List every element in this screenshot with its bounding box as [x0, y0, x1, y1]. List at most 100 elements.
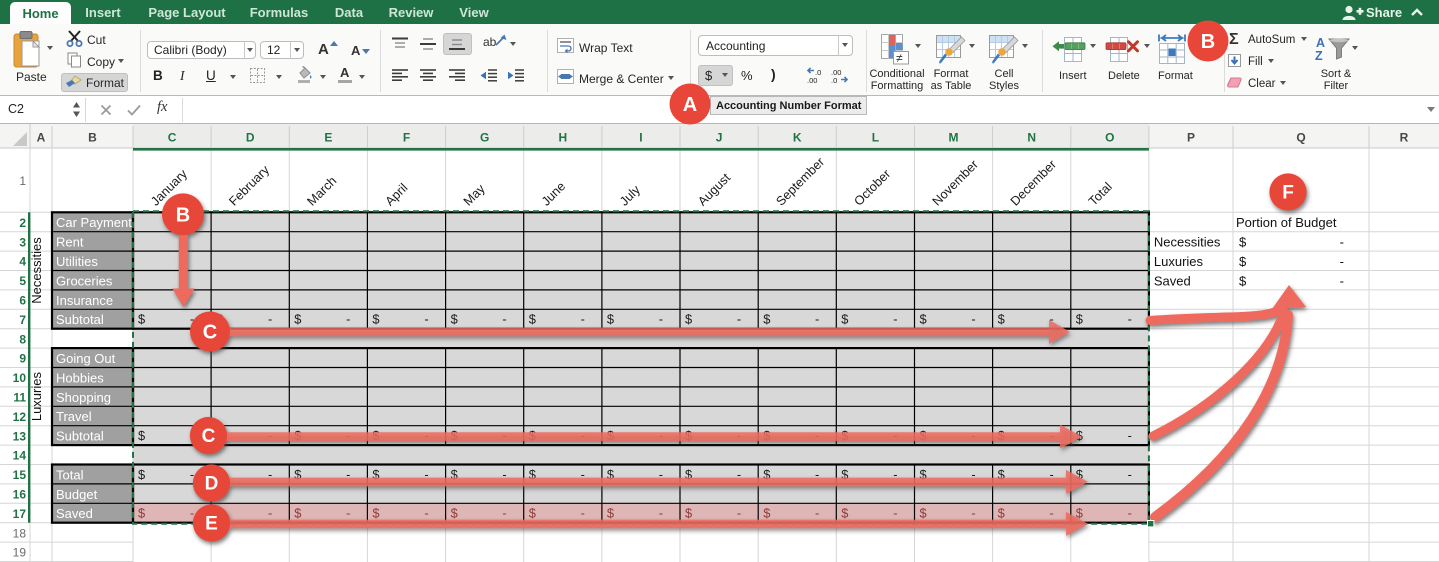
svg-text:G: G: [480, 131, 489, 145]
svg-text:$: $: [372, 506, 379, 521]
svg-text:-: -: [581, 506, 585, 521]
svg-text:15: 15: [13, 468, 27, 482]
svg-text:Saved: Saved: [1154, 273, 1191, 288]
svg-text:-: -: [659, 506, 663, 521]
svg-text:$: $: [372, 312, 379, 327]
svg-text:$: $: [841, 506, 848, 521]
svg-text:D: D: [205, 474, 219, 495]
svg-text:I: I: [639, 131, 642, 145]
svg-text:-: -: [1340, 235, 1344, 250]
svg-text:O: O: [1105, 131, 1114, 145]
svg-text:$: $: [920, 506, 927, 521]
svg-text:$: $: [607, 506, 614, 521]
svg-text:3: 3: [19, 235, 26, 249]
svg-text:-: -: [1128, 506, 1132, 521]
svg-text:Necessities: Necessities: [1154, 235, 1221, 250]
svg-text:8: 8: [19, 332, 26, 346]
svg-text:Q: Q: [1296, 131, 1305, 145]
svg-text:-: -: [268, 506, 272, 521]
svg-text:C: C: [202, 426, 216, 447]
svg-text:$: $: [998, 312, 1005, 327]
svg-text:-: -: [1340, 273, 1344, 288]
svg-text:-: -: [424, 312, 428, 327]
svg-text:H: H: [558, 131, 567, 145]
svg-text:$: $: [451, 312, 458, 327]
svg-text:-: -: [424, 506, 428, 521]
svg-text:9: 9: [19, 352, 26, 366]
svg-text:-: -: [815, 506, 819, 521]
svg-text:13: 13: [13, 429, 27, 443]
svg-text:$: $: [841, 312, 848, 327]
svg-text:B: B: [88, 131, 97, 145]
svg-text:$: $: [294, 312, 301, 327]
svg-text:-: -: [268, 312, 272, 327]
svg-text:14: 14: [13, 449, 27, 463]
svg-text:Car Payment: Car Payment: [56, 215, 132, 230]
svg-text:-: -: [659, 312, 663, 327]
svg-text:$: $: [529, 506, 536, 521]
svg-text:F: F: [403, 131, 410, 145]
svg-text:Insurance: Insurance: [56, 293, 113, 308]
svg-text:-: -: [971, 506, 975, 521]
svg-text:$: $: [998, 506, 1005, 521]
svg-text:$: $: [1076, 312, 1083, 327]
svg-text:Total: Total: [56, 467, 84, 482]
svg-text:-: -: [815, 312, 819, 327]
svg-text:Rent: Rent: [56, 235, 84, 250]
svg-text:$: $: [1239, 273, 1247, 288]
svg-text:B: B: [176, 204, 190, 226]
svg-text:C: C: [168, 131, 177, 145]
svg-text:-: -: [502, 506, 506, 521]
svg-text:$: $: [138, 428, 145, 443]
svg-text:-: -: [581, 312, 585, 327]
svg-text:D: D: [246, 131, 255, 145]
svg-text:-: -: [737, 506, 741, 521]
svg-text:$: $: [138, 506, 145, 521]
svg-text:5: 5: [19, 274, 26, 288]
svg-text:Budget: Budget: [56, 487, 98, 502]
svg-text:E: E: [205, 514, 218, 535]
svg-text:-: -: [1050, 506, 1054, 521]
svg-text:-: -: [502, 312, 506, 327]
svg-text:-: -: [737, 312, 741, 327]
svg-text:Necessities: Necessities: [29, 237, 44, 304]
svg-text:-: -: [190, 506, 194, 521]
svg-text:Subtotal: Subtotal: [56, 429, 104, 444]
svg-text:Luxuries: Luxuries: [1154, 254, 1204, 269]
svg-text:Subtotal: Subtotal: [56, 312, 104, 327]
svg-text:7: 7: [19, 313, 26, 327]
svg-text:1: 1: [19, 174, 26, 188]
svg-text:$: $: [138, 312, 145, 327]
svg-text:-: -: [346, 312, 350, 327]
svg-text:R: R: [1400, 131, 1409, 145]
svg-text:Going Out: Going Out: [56, 351, 116, 366]
svg-text:P: P: [1187, 131, 1195, 145]
svg-text:$: $: [529, 312, 536, 327]
svg-text:$: $: [685, 312, 692, 327]
svg-text:$: $: [294, 506, 301, 521]
svg-text:-: -: [971, 312, 975, 327]
svg-text:$: $: [763, 506, 770, 521]
svg-text:A: A: [37, 131, 46, 145]
svg-text:K: K: [793, 131, 802, 145]
svg-text:Portion of Budget: Portion of Budget: [1236, 215, 1337, 230]
svg-text:J: J: [716, 131, 723, 145]
svg-text:-: -: [1340, 254, 1344, 269]
svg-text:M: M: [949, 131, 959, 145]
svg-text:$: $: [607, 312, 614, 327]
svg-text:$: $: [1239, 254, 1247, 269]
svg-text:N: N: [1027, 131, 1036, 145]
svg-text:C: C: [203, 322, 217, 344]
svg-text:19: 19: [13, 546, 27, 560]
svg-text:$: $: [1239, 235, 1247, 250]
svg-text:$: $: [763, 312, 770, 327]
svg-text:11: 11: [13, 391, 26, 405]
svg-text:$: $: [451, 506, 458, 521]
svg-text:16: 16: [13, 488, 27, 502]
svg-text:Luxuries: Luxuries: [29, 372, 44, 422]
svg-text:$: $: [138, 467, 145, 482]
svg-text:17: 17: [13, 507, 27, 521]
svg-text:6: 6: [19, 294, 26, 308]
svg-text:Travel: Travel: [56, 409, 92, 424]
svg-text:$: $: [685, 506, 692, 521]
